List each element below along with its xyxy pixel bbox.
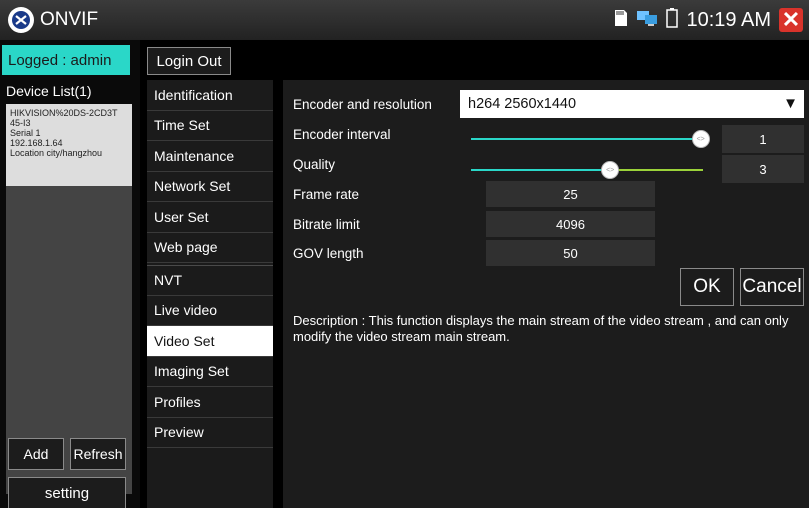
quality-knob[interactable]: <> — [601, 161, 620, 179]
dropdown-arrow-icon: ▼ — [783, 95, 798, 112]
menu-item-maintenance[interactable]: Maintenance — [147, 141, 273, 172]
bitrate-label: Bitrate limit — [293, 217, 360, 232]
device-ip: 192.168.1.64 — [10, 138, 63, 148]
ok-button[interactable]: OK — [680, 268, 734, 306]
description-text: Description : This function displays the… — [293, 313, 789, 344]
menu-item-live-video[interactable]: Live video — [147, 296, 273, 326]
menu-item-imaging-set[interactable]: Imaging Set — [147, 357, 273, 387]
title-bar: ONVIF 10:19 AM ✕ — [0, 0, 809, 40]
onvif-logo-icon — [8, 7, 34, 33]
encoder-interval-label: Encoder interval — [293, 127, 391, 142]
refresh-button[interactable]: Refresh — [70, 438, 126, 470]
menu-item-time-set[interactable]: Time Set — [147, 111, 273, 141]
quality-slider[interactable] — [471, 169, 611, 171]
gov-length-label: GOV length — [293, 246, 364, 261]
menu-item-preview[interactable]: Preview — [147, 418, 273, 448]
encoder-label: Encoder and resolution — [293, 97, 432, 112]
clock: 10:19 AM — [686, 8, 771, 31]
device-location: Location city/hangzhou — [10, 148, 103, 158]
battery-icon — [666, 7, 679, 33]
status-area: 10:19 AM ✕ — [614, 4, 803, 36]
encoder-value: h264 2560x1440 — [468, 96, 577, 112]
encoder-interval-slider[interactable] — [471, 138, 701, 140]
device-name: HIKVISION%20DS-2CD3T — [10, 108, 118, 118]
device-serial: Serial 1 — [10, 128, 41, 138]
encoder-interval-knob[interactable]: <> — [691, 130, 710, 148]
menu-item-video-set[interactable]: Video Set — [147, 326, 273, 357]
menu-item-profiles[interactable]: Profiles — [147, 387, 273, 418]
frame-rate-label: Frame rate — [293, 187, 360, 202]
menu-item-web-page[interactable]: Web page — [147, 233, 273, 263]
bitrate-field[interactable]: 4096 — [486, 211, 655, 237]
sd-card-icon — [614, 9, 628, 32]
device-sidebar: Logged : admin Device List(1) HIKVISION%… — [0, 40, 140, 508]
menu-item-user-set[interactable]: User Set — [147, 202, 273, 233]
gov-length-field[interactable]: 50 — [486, 240, 655, 266]
quality-value: 3 — [722, 155, 804, 183]
close-icon[interactable]: ✕ — [779, 8, 803, 32]
menu-item-identification[interactable]: Identification — [147, 80, 273, 111]
quality-label: Quality — [293, 157, 336, 172]
settings-menu: Identification Time Set Maintenance Netw… — [147, 80, 273, 508]
menu-section-nvt: NVT — [147, 265, 273, 296]
video-set-panel: Encoder and resolution h264 2560x1440 ▼ … — [283, 80, 809, 508]
cancel-button[interactable]: Cancel — [740, 268, 804, 306]
encoder-select[interactable]: h264 2560x1440 ▼ — [460, 90, 804, 118]
network-icon — [636, 9, 658, 32]
device-list-title: Device List(1) — [6, 83, 92, 99]
device-model: 45-I3 — [10, 118, 31, 128]
menu-item-network-set[interactable]: Network Set — [147, 172, 273, 202]
frame-rate-field[interactable]: 25 — [486, 181, 655, 207]
app-title: ONVIF — [40, 9, 99, 30]
add-button[interactable]: Add — [8, 438, 64, 470]
encoder-interval-value: 1 — [722, 125, 804, 153]
device-list-item[interactable]: HIKVISION%20DS-2CD3T 45-I3 Serial 1 192.… — [6, 104, 132, 186]
setting-button[interactable]: setting — [8, 477, 126, 508]
logged-in-badge: Logged : admin — [2, 45, 130, 75]
login-out-button[interactable]: Login Out — [147, 47, 231, 75]
